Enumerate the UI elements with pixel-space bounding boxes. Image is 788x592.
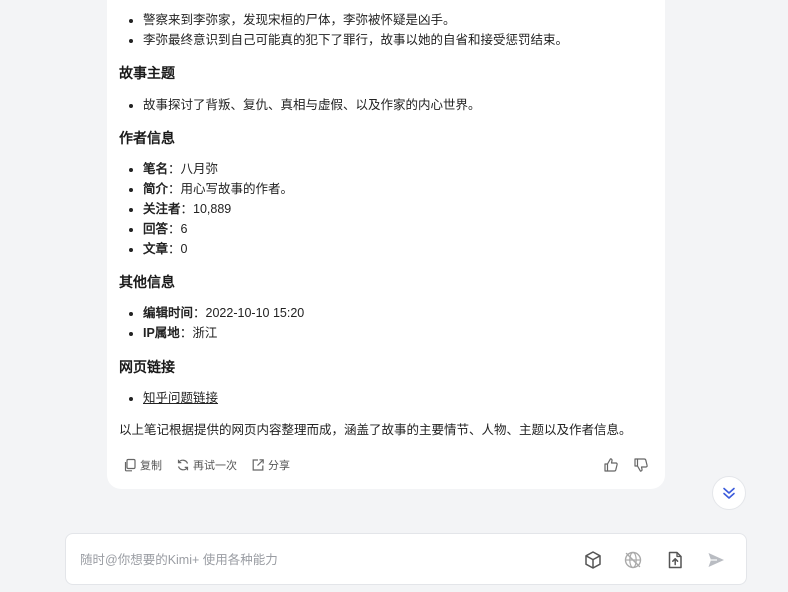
list-item: 李弥最终意识到自己可能真的犯下了罪行，故事以她的自省和接受惩罚结束。 [143, 30, 653, 50]
section-title-theme: 故事主题 [119, 65, 175, 81]
copy-label: 复制 [140, 460, 162, 472]
send-button[interactable] [704, 548, 728, 572]
field-value: 用心写故事的作者。 [180, 182, 294, 196]
chat-page: 警察来到李弥家，发现宋桓的尸体，李弥被怀疑是凶手。 李弥最终意识到自己可能真的犯… [0, 0, 788, 592]
story-events-list: 警察来到李弥家，发现宋桓的尸体，李弥被怀疑是凶手。 李弥最终意识到自己可能真的犯… [119, 10, 653, 50]
field-sep: ： [168, 182, 181, 196]
file-upload-icon [668, 551, 682, 569]
list-item: 关注者：10,889 [143, 199, 653, 219]
links-list: 知乎问题链接 [119, 388, 653, 408]
list-item: 回答：6 [143, 219, 653, 239]
field-key: 文章 [143, 242, 169, 256]
like-button[interactable] [603, 457, 619, 473]
chat-input[interactable] [80, 550, 540, 570]
section-title-links: 网页链接 [119, 359, 175, 375]
list-item: 编辑时间：2022-10-10 15:20 [143, 303, 653, 323]
section-title-author: 作者信息 [119, 130, 175, 146]
field-value: 0 [180, 242, 188, 256]
list-item: 故事探讨了背叛、复仇、真相与虚假、以及作家的内心世界。 [143, 95, 653, 115]
double-chevron-down-icon [723, 487, 735, 499]
author-info-list: 笔名：八月弥 简介：用心写故事的作者。 关注者：10,889 回答：6 文章：0 [119, 159, 653, 259]
field-value: 浙江 [192, 326, 218, 340]
share-icon [252, 459, 264, 471]
field-key: 简介 [143, 182, 169, 196]
kimi-plus-button[interactable] [581, 548, 605, 572]
dislike-button[interactable] [633, 457, 649, 473]
share-button[interactable]: 分享 [251, 457, 290, 473]
field-sep: ： [179, 326, 193, 340]
field-sep: ： [168, 242, 181, 256]
other-info-list: 编辑时间：2022-10-10 15:20 IP属地：浙江 [119, 303, 653, 343]
zhihu-question-link[interactable]: 知乎问题链接 [143, 391, 218, 405]
field-key: 关注者 [143, 202, 181, 216]
field-sep: ： [180, 202, 194, 216]
copy-button[interactable]: 复制 [123, 457, 162, 473]
field-value: 6 [180, 222, 188, 236]
field-value: 2022-10-10 15:20 [205, 306, 305, 320]
assistant-message-card: 警察来到李弥家，发现宋桓的尸体，李弥被怀疑是凶手。 李弥最终意识到自己可能真的犯… [107, 0, 665, 489]
cube-icon [585, 551, 601, 569]
scroll-to-bottom-button[interactable] [712, 476, 746, 510]
retry-label: 再试一次 [193, 460, 237, 472]
summary-text: 以上笔记根据提供的网页内容整理而成，涵盖了故事的主要情节、人物、主题以及作者信息… [119, 423, 632, 437]
chat-input-box [65, 533, 747, 585]
field-value: 八月弥 [180, 162, 219, 176]
field-value: 10,889 [193, 202, 232, 216]
thumbs-down-icon [634, 458, 648, 472]
upload-file-button[interactable] [663, 548, 687, 572]
theme-list: 故事探讨了背叛、复仇、真相与虚假、以及作家的内心世界。 [119, 95, 653, 115]
list-item: 文章：0 [143, 239, 653, 259]
field-key: 编辑时间 [143, 306, 194, 320]
field-key: IP属地 [143, 326, 180, 340]
send-icon [708, 553, 724, 567]
list-item: IP属地：浙江 [143, 323, 653, 343]
retry-button[interactable]: 再试一次 [176, 457, 237, 473]
field-sep: ： [168, 222, 181, 236]
share-label: 分享 [268, 460, 290, 472]
list-item: 笔名：八月弥 [143, 159, 653, 179]
thumbs-up-icon [604, 458, 618, 472]
field-key: 笔名 [143, 162, 169, 176]
field-sep: ： [193, 306, 206, 320]
list-item: 简介：用心写故事的作者。 [143, 179, 653, 199]
web-search-toggle[interactable] [621, 548, 645, 572]
list-item: 警察来到李弥家，发现宋桓的尸体，李弥被怀疑是凶手。 [143, 10, 653, 30]
copy-icon [124, 458, 136, 472]
field-sep: ： [168, 162, 181, 176]
list-item: 知乎问题链接 [143, 388, 653, 408]
section-title-other: 其他信息 [119, 274, 175, 290]
story-events-list-container: 警察来到李弥家，发现宋桓的尸体，李弥被怀疑是凶手。 李弥最终意识到自己可能真的犯… [119, 10, 653, 50]
field-key: 回答 [143, 222, 169, 236]
refresh-icon [177, 459, 189, 471]
globe-off-icon [624, 551, 642, 569]
message-actions: 复制 再试一次 分享 [123, 455, 649, 475]
